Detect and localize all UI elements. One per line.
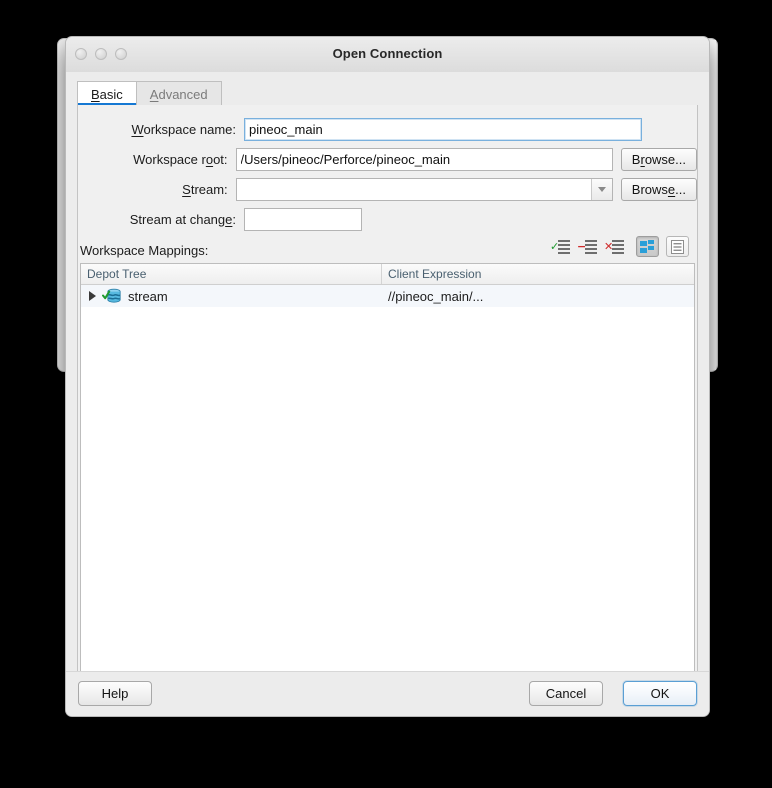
include-mapping-button[interactable]: ✓ (550, 239, 570, 255)
tab-strip: Basic Advanced (77, 80, 698, 107)
stream-combobox[interactable] (235, 177, 613, 201)
workspace-name-row: Workspace name: (78, 117, 697, 141)
workspace-name-label: Workspace name: (78, 122, 236, 137)
window-title: Open Connection (332, 46, 443, 61)
tab-basic-mnemonic: B (91, 86, 100, 102)
stream-label-text: tream: (190, 181, 228, 197)
browse1-post: owse... (644, 151, 686, 167)
browse2-post: ... (675, 181, 686, 197)
tab-basic[interactable]: Basic (77, 81, 137, 106)
table-row[interactable]: stream //pineoc_main/... (81, 285, 694, 307)
list-bars-icon (585, 239, 597, 254)
workspace-root-mnemonic: o (205, 151, 214, 167)
dialog-footer: Help Cancel OK (66, 671, 709, 716)
stream-input[interactable] (236, 178, 611, 200)
browse2-mnemonic: e (667, 181, 676, 197)
workspace-root-label-post: ot: (213, 151, 228, 167)
open-connection-dialog: Open Connection Basic Advanced Workspace… (65, 36, 710, 717)
flat-list-icon (671, 239, 684, 254)
list-view-button[interactable] (666, 236, 689, 257)
remove-mapping-button[interactable]: ✕ (604, 239, 624, 255)
browse2-pre: Brows (631, 181, 668, 197)
workspace-root-browse-button[interactable]: Br owse... (620, 147, 697, 171)
browse1-pre: B (631, 151, 641, 167)
stream-at-change-label-pre: Stream at chang (129, 211, 226, 227)
workspace-name-label-text: orkspace name: (143, 121, 237, 137)
stream-at-change-label-post: : (232, 211, 236, 227)
column-header-depot-tree[interactable]: Depot Tree (81, 264, 382, 284)
workspace-mappings-table[interactable]: Depot Tree Client Expression stream //pi… (80, 263, 695, 700)
exclude-mapping-button[interactable]: − (577, 239, 597, 255)
title-bar[interactable]: Open Connection (66, 37, 709, 73)
tab-advanced[interactable]: Advanced (136, 81, 222, 106)
mapping-toolbar: ✓ − ✕ (550, 236, 689, 257)
stream-at-change-label: Stream at change: (78, 212, 236, 227)
basic-tab-panel: Workspace name: Workspace root: Browse..… (77, 105, 698, 709)
stream-dropdown-button[interactable] (590, 178, 612, 200)
list-bars-icon (612, 239, 624, 254)
workspace-root-label-pre: Workspace r (133, 151, 206, 167)
workspace-root-input[interactable] (235, 147, 613, 171)
screen: Open Connection Basic Advanced Workspace… (0, 0, 772, 788)
cancel-button[interactable]: Cancel (529, 681, 603, 706)
depot-tree-cell: stream (81, 288, 382, 304)
client-expression-cell: //pineoc_main/... (388, 288, 484, 304)
workspace-root-row: Workspace root: Browse... (78, 147, 697, 171)
stream-browse-button[interactable]: Brows e... (620, 177, 697, 201)
workspace-mappings-label: Workspace Mappings: (80, 243, 209, 258)
column-header-client-expression[interactable]: Client Expression (382, 264, 694, 284)
chevron-down-icon (597, 186, 606, 192)
tab-advanced-label: dvanced (158, 86, 208, 102)
stream-at-change-input[interactable] (244, 207, 362, 231)
workspace-root-label: Workspace root: (78, 151, 228, 167)
workspace-name-mnemonic: W (131, 121, 144, 137)
dialog-body: Basic Advanced Workspace name: Workspace… (66, 72, 709, 716)
expand-triangle-icon[interactable] (89, 291, 96, 301)
list-bars-icon (558, 239, 570, 254)
tree-view-icon (640, 239, 654, 253)
stream-at-change-row: Stream at change: (78, 207, 697, 231)
tab-basic-label: asic (99, 86, 123, 102)
workspace-name-input[interactable] (244, 117, 642, 141)
stream-mnemonic: S (182, 181, 191, 197)
stream-depot-icon (102, 288, 122, 304)
table-header: Depot Tree Client Expression (81, 264, 694, 285)
stream-row: Stream: Brows e... (78, 177, 697, 201)
help-button[interactable]: Help (78, 681, 152, 706)
stream-label: Stream: (78, 182, 228, 197)
tree-view-button[interactable] (636, 236, 659, 257)
depot-tree-label: stream (128, 288, 168, 304)
ok-button[interactable]: OK (623, 681, 697, 706)
